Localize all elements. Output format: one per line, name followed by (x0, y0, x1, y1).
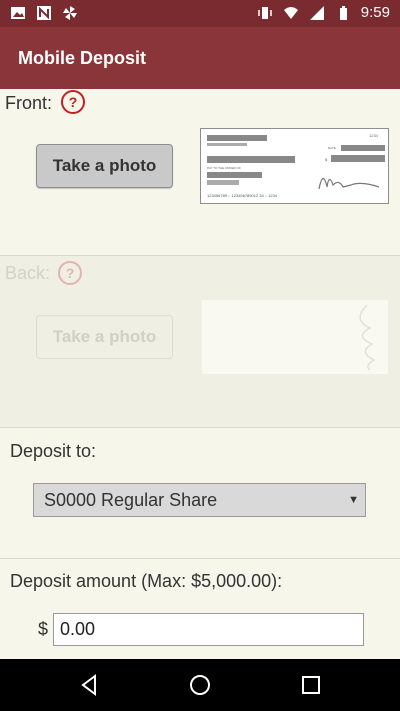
front-label: Front: (5, 93, 53, 113)
image-icon (11, 7, 25, 19)
currency-symbol: $ (38, 619, 49, 639)
account-select[interactable]: S0000 Regular Share ▼ (33, 483, 366, 517)
wifi-icon (283, 6, 298, 19)
check-signature (318, 177, 380, 190)
dropdown-arrow-icon: ▼ (348, 494, 359, 506)
recents-nav-icon[interactable] (299, 673, 323, 697)
pinwheel-icon (63, 6, 77, 20)
account-select-value: S0000 Regular Share (44, 490, 218, 510)
back-label: Back: (5, 263, 51, 283)
home-nav-icon[interactable] (188, 673, 212, 697)
deposit-amount-label: Deposit amount (Max: $5,000.00): (10, 571, 283, 591)
n-notification-icon (37, 6, 51, 20)
deposit-to-section: Deposit to: S0000 Regular Share ▼ (0, 428, 400, 558)
deposit-to-label: Deposit to: (10, 441, 97, 461)
back-help-icon[interactable]: ? (58, 261, 82, 285)
back-take-photo-button[interactable]: Take a photo (36, 315, 173, 359)
vibrate-icon (258, 6, 272, 19)
front-section: Front: ? Take a photo 1234 DATE $ PAY TO… (0, 89, 400, 255)
back-nav-icon[interactable] (78, 673, 102, 697)
check-payee-label: PAY TO THE ORDER OF (207, 166, 241, 170)
back-check-image (202, 300, 388, 374)
check-date-label: DATE (328, 146, 336, 150)
clock: 9:59 (360, 4, 390, 21)
status-bar: 9:59 (0, 0, 400, 27)
check-back-illustration (359, 304, 376, 371)
check-micr-line: 123456789 :: 123456789012 34 :: 1234 (207, 193, 278, 198)
page-title: Mobile Deposit (18, 48, 147, 68)
back-section: Back: ? Take a photo (0, 256, 400, 427)
navigation-bar (0, 659, 400, 711)
front-take-photo-button[interactable]: Take a photo (36, 144, 173, 188)
check-dollar-sign: $ (325, 157, 328, 162)
front-check-image: 1234 DATE $ PAY TO THE ORDER OF 12345678… (200, 128, 389, 204)
check-front-illustration: 1234 DATE $ PAY TO THE ORDER OF 12345678… (207, 133, 385, 198)
battery-icon (339, 5, 347, 20)
app-bar: Mobile Deposit (0, 27, 400, 89)
check-number: 1234 (369, 133, 379, 138)
endorsement-signature (359, 304, 376, 371)
signal-icon (309, 5, 324, 20)
deposit-amount-input[interactable] (53, 613, 364, 646)
front-help-icon[interactable]: ? (61, 90, 85, 114)
deposit-amount-section: Deposit amount (Max: $5,000.00): $ (0, 559, 400, 659)
